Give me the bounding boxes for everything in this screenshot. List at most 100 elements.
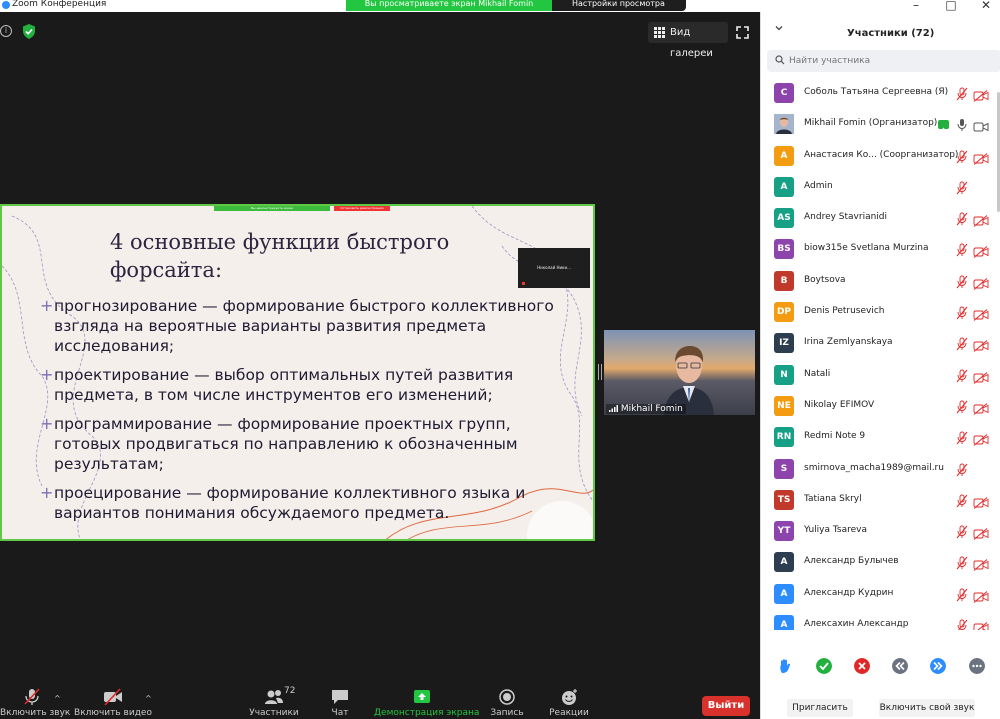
leave-button[interactable]: Выйти bbox=[702, 696, 750, 716]
mic-muted-icon[interactable] bbox=[956, 305, 968, 320]
mic-muted-icon[interactable] bbox=[956, 587, 968, 602]
avatar: А bbox=[774, 615, 794, 630]
record-button[interactable]: Запись bbox=[486, 682, 528, 719]
avatar: AS bbox=[774, 208, 794, 229]
invite-button[interactable]: Пригласить bbox=[787, 699, 853, 717]
mic-muted-icon[interactable] bbox=[956, 430, 968, 445]
minimize-icon[interactable]: – bbox=[906, 0, 926, 12]
mic-muted-icon[interactable] bbox=[956, 274, 968, 289]
participant-row[interactable]: TS Tatiana Skryl bbox=[761, 485, 997, 516]
mic-on-icon[interactable] bbox=[956, 117, 968, 132]
participant-row[interactable]: Mikhail Fomin (Организатор) bbox=[761, 109, 997, 140]
participant-search-box[interactable] bbox=[767, 50, 1000, 72]
camera-off-icon[interactable] bbox=[973, 400, 989, 415]
participant-row[interactable]: YT Yuliya Tsareva bbox=[761, 516, 997, 547]
participant-row[interactable]: С Соболь Татьяна Сергеевна (Я) bbox=[761, 78, 997, 109]
mic-muted-icon[interactable] bbox=[956, 180, 968, 195]
mic-muted-icon[interactable] bbox=[956, 524, 968, 539]
more-options-icon[interactable] bbox=[969, 658, 985, 674]
share-screen-icon bbox=[414, 690, 430, 703]
reactions-button[interactable]: Реакции bbox=[546, 682, 592, 719]
gallery-view-button[interactable]: Вид галереи bbox=[648, 22, 728, 59]
participant-row[interactable]: А Анастасия Ко... (Соорганизатор) bbox=[761, 141, 997, 172]
participant-row[interactable]: BS biow315e Svetlana Murzina bbox=[761, 234, 997, 265]
slide-bullet-list: прогнозирование — формирование быстрого … bbox=[40, 296, 560, 532]
gallery-view-label: Вид галереи bbox=[670, 27, 713, 59]
mic-muted-icon[interactable] bbox=[956, 618, 968, 630]
mic-muted-icon[interactable] bbox=[956, 149, 968, 163]
participant-name: Yuliya Tsareva bbox=[804, 525, 867, 536]
share-screen-button[interactable]: Демонстрация экрана bbox=[374, 682, 479, 719]
camera-off-icon[interactable] bbox=[973, 588, 989, 603]
encryption-shield-icon[interactable] bbox=[22, 24, 36, 39]
participant-row[interactable]: NE Nikolay EFIMOV bbox=[761, 391, 997, 422]
camera-off-icon[interactable] bbox=[973, 87, 989, 102]
participant-row[interactable]: А Александр Булычев bbox=[761, 547, 997, 578]
camera-off-icon[interactable] bbox=[973, 619, 989, 630]
mini-thumb-name: Николай Ники... bbox=[537, 265, 571, 270]
participant-row[interactable]: А Александр Кудрин bbox=[761, 579, 997, 610]
view-settings-button[interactable]: Настройки просмотра bbox=[552, 0, 686, 11]
mic-muted-icon[interactable] bbox=[956, 462, 968, 476]
participant-row[interactable]: AS Andrey Stavrianidi bbox=[761, 203, 997, 234]
maximize-icon[interactable]: □ bbox=[941, 0, 961, 12]
speaker-video-tile[interactable]: Mikhail Fomin bbox=[604, 330, 755, 415]
participant-row[interactable]: A Admin bbox=[761, 172, 997, 203]
participant-row[interactable]: IZ Irina Zemlyanskaya bbox=[761, 328, 997, 359]
participant-search-input[interactable] bbox=[789, 52, 989, 70]
go-faster-icon[interactable] bbox=[930, 658, 946, 674]
unmute-myself-button[interactable]: Включить свой звук bbox=[879, 699, 975, 717]
video-tile-name-text: Mikhail Fomin bbox=[620, 404, 683, 414]
mic-muted-icon[interactable] bbox=[956, 242, 968, 257]
mic-muted-icon[interactable] bbox=[956, 493, 968, 508]
camera-off-icon[interactable] bbox=[973, 306, 989, 321]
participant-row[interactable]: B Boytsova bbox=[761, 266, 997, 297]
chat-label: Чат bbox=[331, 708, 349, 718]
camera-off-icon[interactable] bbox=[973, 369, 989, 384]
go-slower-icon[interactable] bbox=[892, 658, 908, 674]
mic-muted-icon[interactable] bbox=[956, 211, 968, 226]
participants-panel-header: Участники (72) bbox=[761, 12, 1000, 48]
participant-name: Mikhail Fomin (Организатор) bbox=[804, 118, 938, 129]
participant-name: Boytsova bbox=[804, 274, 846, 285]
camera-off-icon[interactable] bbox=[973, 431, 989, 447]
avatar: N bbox=[774, 364, 794, 385]
camera-off-icon[interactable] bbox=[973, 525, 989, 541]
camera-off-icon[interactable] bbox=[973, 243, 989, 259]
tile-resize-handle[interactable] bbox=[598, 364, 602, 380]
raise-hand-icon[interactable] bbox=[777, 658, 793, 674]
mic-muted-icon[interactable] bbox=[956, 399, 968, 414]
audio-options-chevron-icon[interactable]: ^ bbox=[54, 694, 61, 703]
mic-muted-icon[interactable] bbox=[956, 86, 968, 101]
slide-bullet: прогнозирование — формирование быстрого … bbox=[40, 296, 560, 356]
participants-list: С Соболь Татьяна Сергеевна (Я) Mikhail Fom… bbox=[761, 78, 997, 630]
mic-muted-icon[interactable] bbox=[956, 368, 968, 382]
avatar: S bbox=[774, 458, 794, 479]
participant-row[interactable]: А Алексахин Александр bbox=[761, 610, 997, 630]
camera-off-icon[interactable] bbox=[973, 337, 989, 353]
meeting-toolbar: Включить звук ^ Включить видео ^ Участни… bbox=[0, 682, 760, 719]
camera-off-icon[interactable] bbox=[973, 275, 989, 290]
collapse-panel-chevron-icon[interactable] bbox=[775, 24, 783, 32]
video-options-chevron-icon[interactable]: ^ bbox=[145, 694, 152, 703]
slide-bullet: проектирование — выбор оптимальных путей… bbox=[40, 365, 560, 405]
participant-row[interactable]: N Natali bbox=[761, 360, 997, 391]
participant-row[interactable]: DP Denis Petrusevich bbox=[761, 297, 997, 328]
mic-muted-icon[interactable] bbox=[956, 555, 968, 570]
camera-on-icon[interactable] bbox=[973, 118, 989, 132]
avatar: А bbox=[774, 145, 794, 166]
camera-off-icon[interactable] bbox=[973, 494, 989, 509]
close-icon[interactable]: ✕ bbox=[976, 0, 996, 12]
meeting-info-icon[interactable]: i bbox=[0, 25, 12, 37]
chat-button[interactable]: Чат bbox=[322, 682, 358, 719]
participant-row[interactable]: Ssmirnova_macha1989@mail.ru bbox=[761, 454, 997, 485]
camera-off-icon[interactable] bbox=[973, 556, 989, 572]
camera-off-icon[interactable] bbox=[973, 150, 989, 165]
yes-check-icon[interactable] bbox=[816, 658, 832, 674]
no-x-icon[interactable] bbox=[854, 658, 870, 674]
start-video-button[interactable]: Включить видео bbox=[74, 682, 152, 719]
participant-row[interactable]: RN Redmi Note 9 bbox=[761, 422, 997, 453]
camera-off-icon[interactable] bbox=[973, 212, 989, 228]
fullscreen-icon[interactable] bbox=[736, 26, 749, 39]
mic-muted-icon[interactable] bbox=[956, 336, 968, 351]
